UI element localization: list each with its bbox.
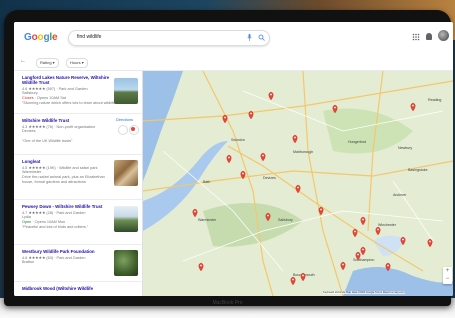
result-title[interactable]: Pewsey Down - Wiltshire Wildlife Trust [22,204,114,209]
result-title[interactable]: Longleat [22,159,114,164]
zoom-out-button[interactable]: − [443,275,452,283]
result-hours-detail: · Opens 10AM Mon [31,220,66,224]
map-town-label: Reading [428,98,441,102]
result-item[interactable]: Langford Lakes Nature Reserve, Wiltshire… [14,71,142,114]
logo-letter: G [24,32,32,43]
results-list: Langford Lakes Nature Reserve, Wiltshire… [14,71,143,296]
map-town-label: Bath [203,180,210,184]
back-arrow-icon[interactable]: ← [20,58,26,64]
result-photo[interactable] [114,78,138,104]
apps-grid-icon[interactable] [412,33,420,41]
result-review: "One of the UK Wildlife trusts" [22,139,73,143]
map-town-label: Andover [393,193,407,197]
rating-filter-label: Rating [40,60,52,65]
result-review: "Stunning nature which offers lots to le… [22,101,117,105]
map-town-label: Marlborough [293,150,313,154]
directions-pin-icon [131,127,135,131]
result-description: Drive thru safari animal park, plus an E… [22,175,105,184]
result-photo[interactable] [114,250,138,276]
filter-bar: ← Rating ▾ Hours ▾ [14,56,453,71]
result-title[interactable]: Wiltshire Wildlife Trust [22,118,114,123]
device-label: MacBook Pro [212,300,243,306]
hours-filter-label: Hours [70,60,81,65]
map-attribution: Keyboard shortcuts Map data ©2023 Google… [323,291,405,294]
result-title[interactable]: Langford Lakes Nature Reserve, Wiltshire… [22,75,114,86]
result-title[interactable]: Westbury Wildlife Park Foundation [22,249,114,254]
search-header: Google find wildlife [14,22,453,56]
result-photo[interactable] [114,160,138,186]
map-town-label: Basingstoke [408,168,428,172]
result-status: Closes [22,96,34,100]
account-avatar[interactable] [438,30,449,41]
google-logo[interactable]: Google [24,32,58,43]
results-map[interactable]: Swindon Marlborough Hungerford Newbury Bath D… [143,71,453,296]
search-input[interactable]: find wildlife [77,34,101,40]
result-review: "Peaceful and lots of birds and critters… [22,225,89,229]
result-item[interactable]: Wiltshire Wildlife Trust 4.3 ★★★★★ (76) … [14,114,142,155]
result-location: Devizes [22,129,36,133]
result-status: Open [22,220,32,224]
rating-filter-chip[interactable]: Rating ▾ [36,58,59,68]
result-item[interactable]: Pewsey Down - Wiltshire Wildlife Trust 4… [14,200,142,245]
microphone-icon[interactable] [247,34,252,41]
result-item[interactable]: Westbury Wildlife Park Foundation 4.6 ★★… [14,245,142,282]
result-hours-detail: · Opens 10AM Sat [33,96,66,100]
result-title[interactable]: Midbrook Wood (Wiltshire Wildlife [22,286,114,291]
website-icon[interactable] [118,125,128,135]
result-item[interactable]: Longleat 4.5 ★★★★★ (19K) · Wildlife and … [14,155,142,200]
map-town-label: Hungerford [348,140,366,144]
result-photo[interactable] [114,206,138,232]
directions-label[interactable]: Directions [116,118,133,122]
result-item[interactable]: Midbrook Wood (Wiltshire Wildlife [14,282,142,296]
logo-letters: Google [24,32,58,43]
map-town-label: Southampton [353,258,374,262]
search-bar[interactable]: find wildlife [68,30,270,46]
logo-letter: e [51,32,58,43]
map-canvas[interactable]: Swindon Marlborough Hungerford Newbury Bath D… [143,71,453,296]
search-icon[interactable] [258,34,265,41]
zoom-controls[interactable]: + − [443,267,452,284]
browser-screen: Google find wildlife ← Rating ▾ Hours ▾ … [14,22,453,296]
map-town-label: Winchester [378,223,397,227]
map-town-label: Warminster [198,218,217,222]
map-town-label: Swindon [231,138,245,142]
map-town-label: Newbury [398,146,412,150]
notifications-icon[interactable] [426,33,432,40]
map-town-label: Devizes [263,176,276,180]
hours-filter-chip[interactable]: Hours ▾ [66,58,88,68]
map-town-label: Salisbury [278,218,293,222]
zoom-in-button[interactable]: + [443,267,452,275]
result-location: Bratton [22,260,35,264]
